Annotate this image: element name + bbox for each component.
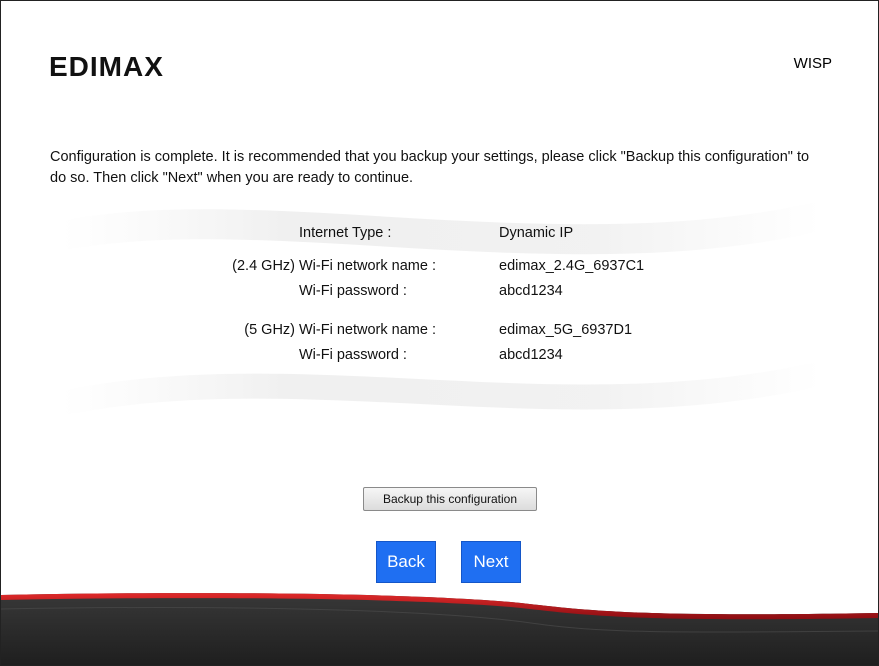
internet-type-row: Internet Type : Dynamic IP — [1, 223, 878, 243]
backup-configuration-button[interactable]: Backup this configuration — [363, 487, 537, 511]
wifi24-password-row: Wi-Fi password : abcd1234 — [1, 281, 878, 301]
internet-type-value: Dynamic IP — [499, 225, 574, 241]
wifi5-name-row: (5 GHz) Wi-Fi network name : edimax_5G_6… — [1, 320, 878, 340]
mode-label: WISP — [793, 55, 832, 72]
wifi24-name-label: Wi-Fi network name : — [299, 258, 436, 274]
intro-text: Configuration is complete. It is recomme… — [50, 149, 810, 186]
svg-text:EDIMAX: EDIMAX — [49, 51, 164, 81]
setup-wizard-page: EDIMAX WISP Configuration is complete. I… — [0, 0, 879, 666]
wifi24-name-row: (2.4 GHz) Wi-Fi network name : edimax_2.… — [1, 256, 878, 276]
wifi5-password-value: abcd1234 — [499, 347, 563, 363]
wifi5-password-row: Wi-Fi password : abcd1234 — [1, 345, 878, 365]
next-button[interactable]: Next — [461, 541, 521, 583]
wifi24-password-label: Wi-Fi password : — [299, 283, 407, 299]
band-5-label: (5 GHz) — [244, 322, 295, 338]
wifi24-password-value: abcd1234 — [499, 283, 563, 299]
footer-band — [1, 587, 878, 665]
wifi5-name-value: edimax_5G_6937D1 — [499, 322, 633, 338]
back-button[interactable]: Back — [376, 541, 436, 583]
wifi5-password-label: Wi-Fi password : — [299, 347, 407, 363]
internet-type-label: Internet Type : — [299, 225, 392, 241]
wifi24-name-value: edimax_2.4G_6937C1 — [499, 258, 645, 274]
edimax-logo: EDIMAX — [49, 51, 164, 81]
wifi5-name-label: Wi-Fi network name : — [299, 322, 436, 338]
band-24-label: (2.4 GHz) — [232, 258, 295, 274]
